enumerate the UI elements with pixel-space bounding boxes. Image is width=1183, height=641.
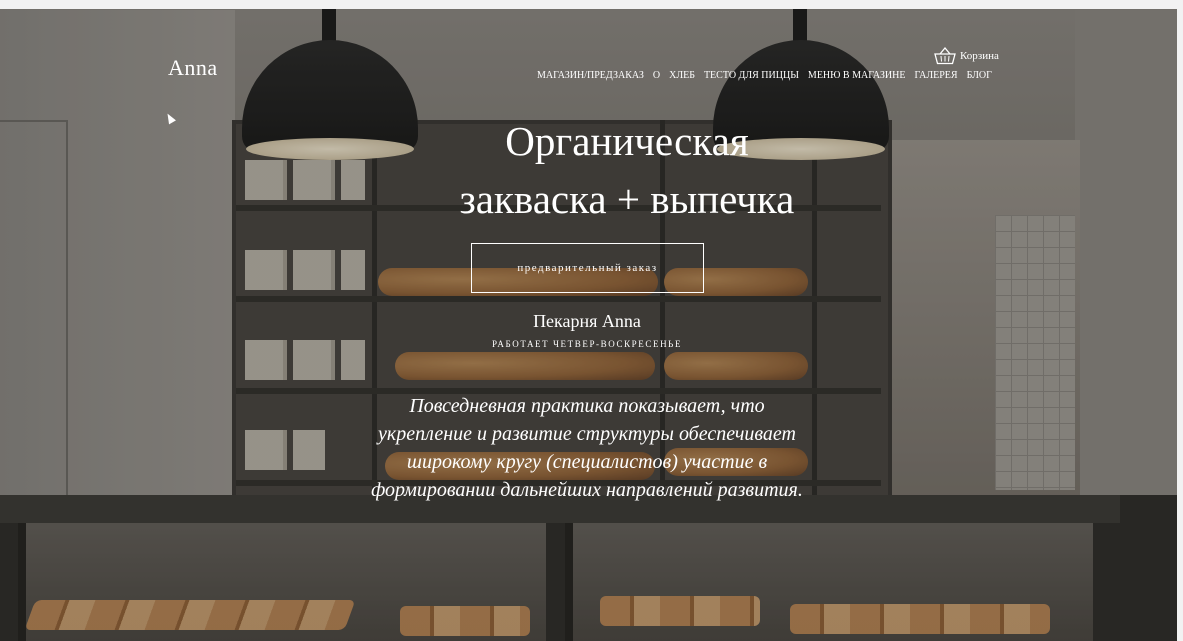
site-logo[interactable]: Anna <box>168 55 218 81</box>
nav-item-gallery[interactable]: ГАЛЕРЕЯ <box>914 70 957 81</box>
nav-item-pizza-dough[interactable]: ТЕСТО ДЛЯ ПИЦЦЫ <box>704 70 799 81</box>
nav-item-store-menu[interactable]: МЕНЮ В МАГАЗИНЕ <box>808 70 906 81</box>
bakery-name: Пекарня Anna <box>533 311 641 331</box>
cart-label: Корзина <box>960 50 999 62</box>
cart-link[interactable]: Корзина <box>934 47 999 65</box>
hero-description: Повседневная практика показывает, что ук… <box>371 395 803 501</box>
nav-item-blog[interactable]: БЛОГ <box>967 70 992 81</box>
preorder-button[interactable]: предварительный заказ <box>471 243 704 293</box>
nav-item-shop-preorder[interactable]: МАГАЗИН/ПРЕДЗАКАЗ <box>537 70 644 81</box>
hero-title-line: Органическая <box>505 118 749 164</box>
hero-title: Органическая закваска + выпечка <box>340 112 914 228</box>
browser-strip <box>0 0 1183 9</box>
main-nav: МАГАЗИН/ПРЕДЗАКАЗ О ХЛЕБ ТЕСТО ДЛЯ ПИЦЦЫ… <box>537 70 992 81</box>
basket-icon <box>934 47 956 65</box>
hero-title-line: закваска + выпечка <box>459 176 795 222</box>
nav-item-about[interactable]: О <box>653 70 660 81</box>
opening-hours: РАБОТАЕТ ЧЕТВЕР-ВОСКРЕСЕНЬЕ <box>491 339 683 349</box>
nav-item-bread[interactable]: ХЛЕБ <box>669 70 695 81</box>
window-edge <box>1177 9 1183 641</box>
